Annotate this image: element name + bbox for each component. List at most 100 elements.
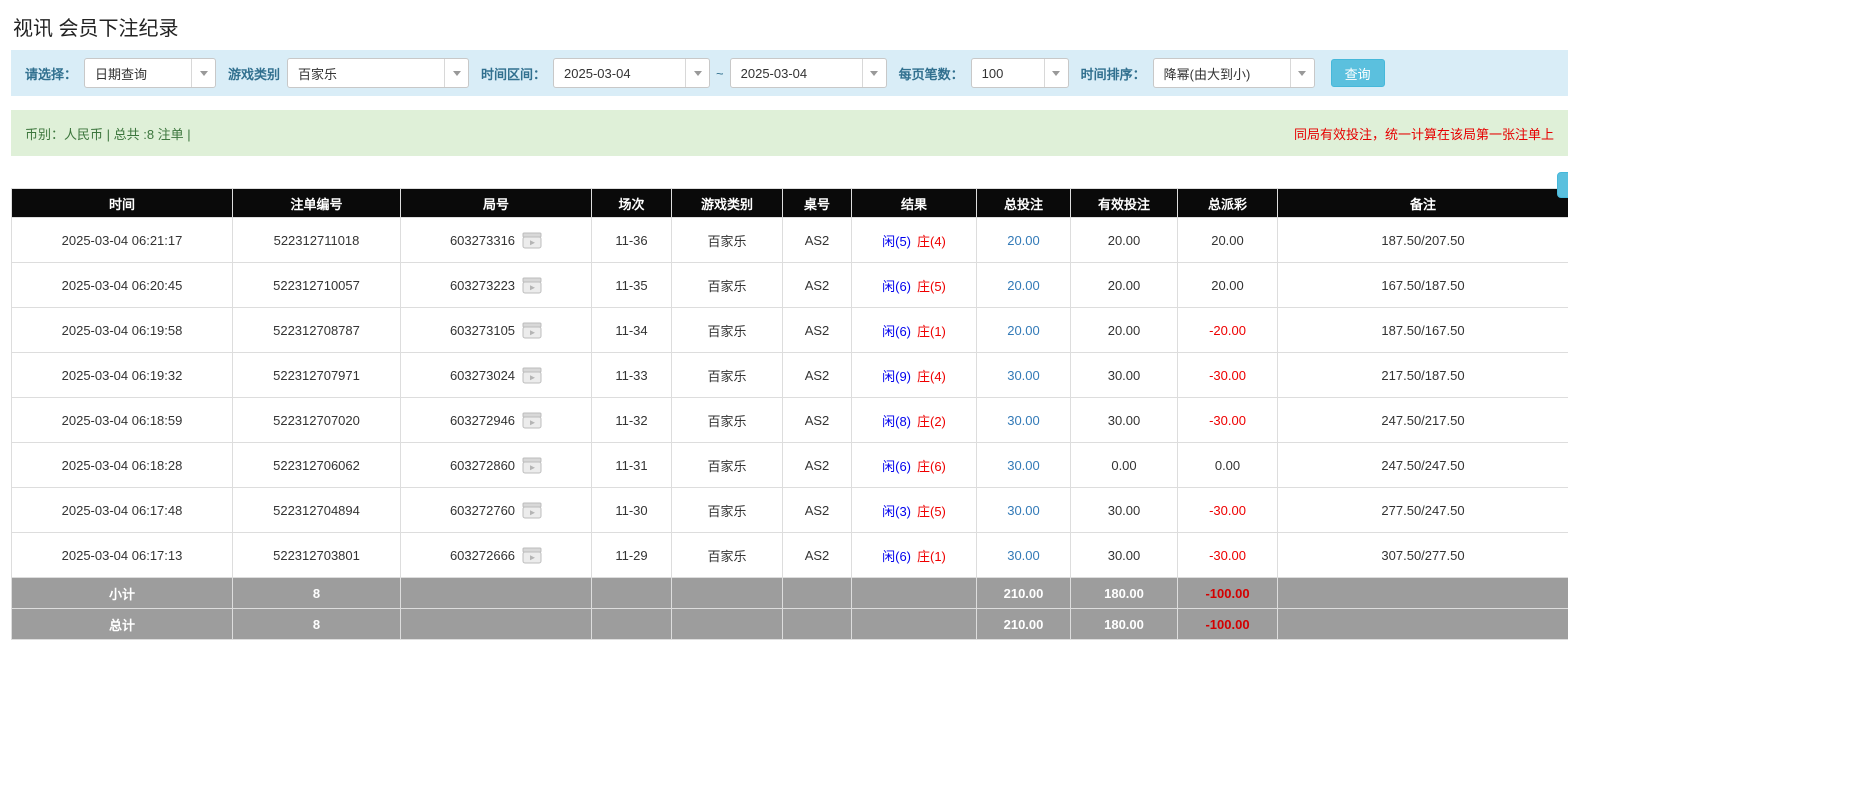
date-to-value: 2025-03-04 bbox=[731, 66, 862, 81]
game-type-select[interactable]: 百家乐 bbox=[287, 58, 469, 88]
video-icon[interactable] bbox=[522, 232, 542, 249]
cell-total-bet[interactable]: 30.00 bbox=[977, 398, 1071, 443]
cell-table: AS2 bbox=[783, 443, 852, 488]
cell-result: 闲(6) 庄(6) bbox=[852, 443, 977, 488]
subtotal-valid-bet: 180.00 bbox=[1071, 578, 1178, 609]
footer-empty-cell bbox=[1278, 578, 1569, 609]
round-number: 603273223 bbox=[450, 278, 515, 293]
total-total-bet: 210.00 bbox=[977, 609, 1071, 640]
cell-total-bet[interactable]: 30.00 bbox=[977, 533, 1071, 578]
col-header-time: 时间 bbox=[12, 189, 233, 218]
result-banker: 庄(5) bbox=[917, 279, 946, 294]
video-icon[interactable] bbox=[522, 367, 542, 384]
result-player: 闲(3) bbox=[882, 504, 911, 519]
video-icon[interactable] bbox=[522, 412, 542, 429]
round-number: 603272946 bbox=[450, 413, 515, 428]
video-icon[interactable] bbox=[522, 502, 542, 519]
total-row: 总计 8 210.00 180.00 -100.00 bbox=[12, 609, 1569, 640]
cell-payout: -30.00 bbox=[1178, 488, 1278, 533]
summary-notice: 同局有效投注，统一计算在该局第一张注单上 bbox=[1294, 124, 1554, 143]
cell-round: 603273316 bbox=[401, 218, 592, 263]
cell-result: 闲(9)庄(4) bbox=[852, 353, 977, 398]
date-from-select[interactable]: 2025-03-04 bbox=[553, 58, 710, 88]
col-header-table: 桌号 bbox=[783, 189, 852, 218]
cell-round: 603272760 bbox=[401, 488, 592, 533]
cell-bet-no: 522312704894 bbox=[233, 488, 401, 533]
cell-bet-no: 522312706062 bbox=[233, 443, 401, 488]
subtotal-total-bet: 210.00 bbox=[977, 578, 1071, 609]
result-player: 闲(6) bbox=[882, 459, 911, 474]
date-to-select[interactable]: 2025-03-04 bbox=[730, 58, 887, 88]
cell-game-type: 百家乐 bbox=[672, 488, 783, 533]
video-icon[interactable] bbox=[522, 457, 542, 474]
cell-valid-bet: 30.00 bbox=[1071, 353, 1178, 398]
video-icon[interactable] bbox=[522, 277, 542, 294]
time-sort-select[interactable]: 降幂(由大到小) bbox=[1153, 58, 1315, 88]
cell-time: 2025-03-04 06:19:32 bbox=[12, 353, 233, 398]
query-type-select[interactable]: 日期查询 bbox=[84, 58, 216, 88]
video-icon[interactable] bbox=[522, 547, 542, 564]
cell-session: 11-30 bbox=[592, 488, 672, 533]
cell-note: 217.50/187.50 bbox=[1278, 353, 1569, 398]
cell-payout: 20.00 bbox=[1178, 263, 1278, 308]
col-header-valid-bet: 有效投注 bbox=[1071, 189, 1178, 218]
col-header-note: 备注 bbox=[1278, 189, 1569, 218]
cell-bet-no: 522312708787 bbox=[233, 308, 401, 353]
col-header-result: 结果 bbox=[852, 189, 977, 218]
cell-total-bet[interactable]: 30.00 bbox=[977, 488, 1071, 533]
cell-round: 603272946 bbox=[401, 398, 592, 443]
cell-result: 闲(5)庄(4) bbox=[852, 218, 977, 263]
cell-bet-no: 522312703801 bbox=[233, 533, 401, 578]
cell-total-bet[interactable]: 30.00 bbox=[977, 353, 1071, 398]
footer-empty-cell bbox=[672, 609, 783, 640]
cell-note: 307.50/277.50 bbox=[1278, 533, 1569, 578]
cell-valid-bet: 0.00 bbox=[1071, 443, 1178, 488]
total-count: 8 bbox=[233, 609, 401, 640]
cell-game-type: 百家乐 bbox=[672, 263, 783, 308]
page-size-select[interactable]: 100 bbox=[971, 58, 1069, 88]
cell-game-type: 百家乐 bbox=[672, 218, 783, 263]
total-label: 总计 bbox=[12, 609, 233, 640]
round-number: 603272666 bbox=[450, 548, 515, 563]
result-banker: 庄(2) bbox=[917, 414, 946, 429]
cell-note: 187.50/167.50 bbox=[1278, 308, 1569, 353]
cell-table: AS2 bbox=[783, 488, 852, 533]
cell-bet-no: 522312711018 bbox=[233, 218, 401, 263]
page-size-group: 每页笔数： 100 bbox=[899, 58, 1069, 88]
partial-blue-button[interactable] bbox=[1557, 172, 1568, 198]
footer-empty-cell bbox=[592, 609, 672, 640]
round-number: 603272860 bbox=[450, 458, 515, 473]
cell-result: 闲(6) 庄(1) bbox=[852, 533, 977, 578]
cell-table: AS2 bbox=[783, 398, 852, 443]
table-row: 2025-03-04 06:19:58 522312708787 6032731… bbox=[12, 308, 1569, 353]
page-size-value: 100 bbox=[972, 66, 1044, 81]
footer-empty-cell bbox=[852, 609, 977, 640]
video-icon[interactable] bbox=[522, 322, 542, 339]
result-player: 闲(6) bbox=[882, 279, 911, 294]
cell-session: 11-31 bbox=[592, 443, 672, 488]
table-row: 2025-03-04 06:20:45 522312710057 6032732… bbox=[12, 263, 1569, 308]
chevron-down-icon bbox=[862, 59, 886, 87]
cell-valid-bet: 20.00 bbox=[1071, 308, 1178, 353]
cell-payout: -30.00 bbox=[1178, 398, 1278, 443]
cell-total-bet[interactable]: 30.00 bbox=[977, 443, 1071, 488]
cell-total-bet[interactable]: 20.00 bbox=[977, 308, 1071, 353]
records-table: 时间 注单编号 局号 场次 游戏类别 桌号 结果 总投注 有效投注 总派彩 备注… bbox=[11, 188, 1568, 640]
cell-valid-bet: 30.00 bbox=[1071, 398, 1178, 443]
date-range-group: 时间区间： 2025-03-04 ~ 2025-03-04 bbox=[481, 58, 887, 88]
filter-bar: 请选择： 日期查询 游戏类别 百家乐 时间区间： 2025-03-04 ~ 20… bbox=[11, 50, 1568, 96]
cell-note: 247.50/217.50 bbox=[1278, 398, 1569, 443]
result-player: 闲(6) bbox=[882, 549, 911, 564]
cell-time: 2025-03-04 06:18:28 bbox=[12, 443, 233, 488]
search-button[interactable]: 查询 bbox=[1331, 59, 1385, 87]
cell-time: 2025-03-04 06:17:48 bbox=[12, 488, 233, 533]
total-payout: -100.00 bbox=[1178, 609, 1278, 640]
table-header-row: 时间 注单编号 局号 场次 游戏类别 桌号 结果 总投注 有效投注 总派彩 备注 bbox=[12, 189, 1569, 218]
cell-total-bet[interactable]: 20.00 bbox=[977, 218, 1071, 263]
cell-total-bet[interactable]: 20.00 bbox=[977, 263, 1071, 308]
chevron-down-icon bbox=[444, 59, 468, 87]
result-banker: 庄(6) bbox=[917, 459, 946, 474]
result-banker: 庄(1) bbox=[917, 549, 946, 564]
cell-result: 闲(6) 庄(5) bbox=[852, 263, 977, 308]
footer-empty-cell bbox=[401, 609, 592, 640]
